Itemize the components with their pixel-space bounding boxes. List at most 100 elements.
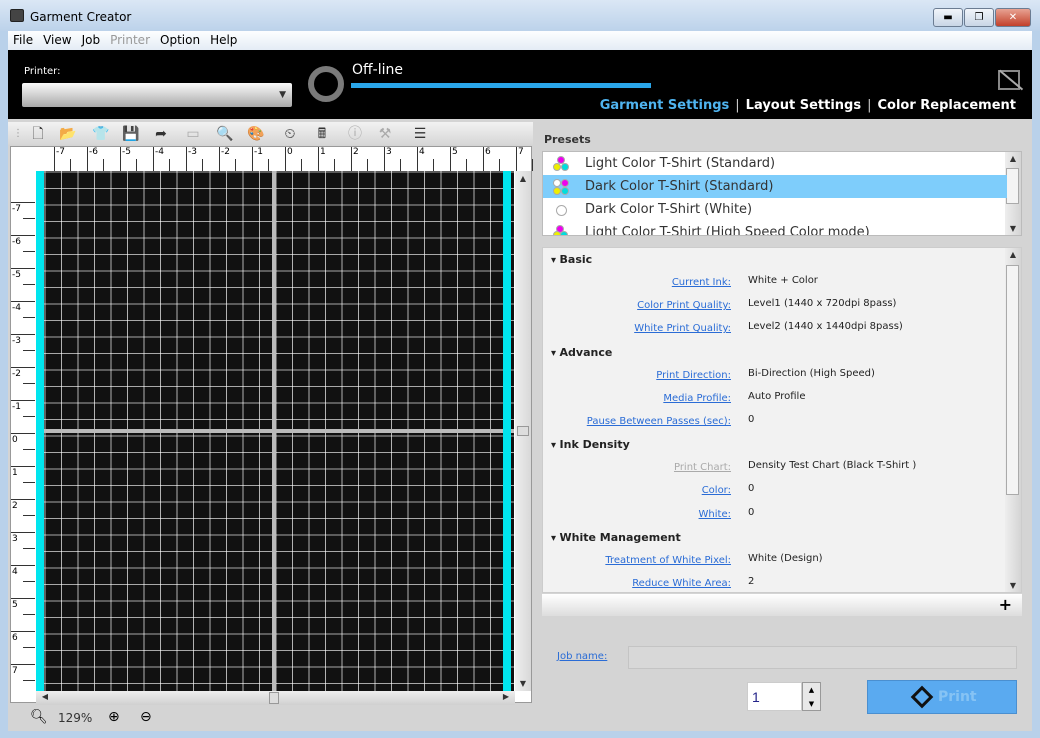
- setting-link[interactable]: White:: [699, 509, 731, 520]
- printer-label: Printer:: [24, 66, 61, 77]
- ruler-label: 0: [12, 435, 18, 445]
- platen-canvas[interactable]: [36, 171, 514, 691]
- main-area: ⋮ 🗋 📂 👕 💾 ➦ ▭ 🔍 🎨 ⏲ 🖩 ⓘ ⚒ ☰ -7 -6 -5 -4 -3 -2 -1 0 1 2 3 4 5 6 7 -7…: [8, 119, 1032, 731]
- setting-value: 0: [748, 414, 755, 425]
- ruler-tick: [11, 367, 35, 368]
- copies-stepper[interactable]: ▲ ▼: [802, 682, 821, 711]
- setting-value: Bi-Direction (High Speed): [748, 367, 875, 379]
- ruler-label: 4: [12, 567, 18, 577]
- setting-value: Level1 (1440 x 720dpi 8pass): [748, 298, 897, 310]
- menu-option[interactable]: Option: [155, 31, 205, 49]
- scroll-thumb[interactable]: [269, 692, 279, 704]
- setting-link[interactable]: Color Print Quality:: [637, 300, 731, 311]
- ruler-label: -7: [56, 147, 65, 157]
- platen-edge-left: [36, 171, 44, 691]
- ink-dot: [561, 179, 569, 187]
- open-icon[interactable]: 📂: [58, 124, 78, 144]
- print-button[interactable]: Print: [867, 680, 1017, 714]
- add-preset-button[interactable]: +: [999, 595, 1012, 614]
- ruler-tick: [532, 159, 533, 171]
- setting-link[interactable]: White Print Quality:: [634, 323, 731, 334]
- close-button[interactable]: ✕: [995, 8, 1031, 27]
- scroll-right-icon[interactable]: ▶: [499, 692, 513, 701]
- calculator-icon[interactable]: 🖩: [312, 124, 332, 144]
- setting-link[interactable]: Pause Between Passes (sec):: [587, 416, 731, 427]
- palette-icon[interactable]: 🎨: [246, 124, 266, 144]
- scroll-down-icon[interactable]: ▼: [1006, 224, 1020, 233]
- scroll-up-icon[interactable]: ▲: [1006, 154, 1020, 163]
- scroll-down-icon[interactable]: ▼: [516, 679, 530, 688]
- minimize-button[interactable]: ▬: [933, 8, 963, 27]
- menu-view[interactable]: View: [38, 31, 76, 49]
- search-settings-icon[interactable]: 🔍: [215, 124, 235, 144]
- menu-file[interactable]: File: [8, 31, 38, 49]
- ink-dot: [553, 187, 561, 195]
- checklist-icon[interactable]: ☰: [410, 124, 430, 144]
- menu-help[interactable]: Help: [205, 31, 242, 49]
- ruler-tick: [301, 159, 302, 171]
- settings-scrollbar[interactable]: ▲ ▼: [1005, 248, 1021, 592]
- preset-item[interactable]: Dark Color T-Shirt (White): [543, 198, 1007, 221]
- scroll-thumb[interactable]: [1006, 265, 1019, 495]
- menu-job[interactable]: Job: [77, 31, 106, 49]
- job-name-input[interactable]: [628, 646, 1017, 669]
- export-icon[interactable]: ➦: [151, 124, 171, 144]
- maximize-button[interactable]: ❐: [964, 8, 994, 27]
- zoom-fit-icon[interactable]: 🔍︎: [30, 709, 48, 725]
- menu-printer[interactable]: Printer: [105, 31, 155, 49]
- section-advance[interactable]: Advance: [551, 346, 613, 359]
- scroll-up-icon[interactable]: ▲: [1006, 250, 1020, 259]
- toolbar-grip[interactable]: ⋮: [8, 124, 28, 144]
- tab-garment-settings[interactable]: Garment Settings: [600, 98, 730, 113]
- setting-link[interactable]: Media Profile:: [663, 393, 731, 404]
- ruler-tick: [87, 147, 88, 171]
- history-icon[interactable]: ⏲: [280, 124, 300, 144]
- layout-viewer: -7 -6 -5 -4 -3 -2 -1 0 1 2 3 4 5 6 7 -7 -6 -5 -4 -3 -2 -1 0 1 2…: [10, 146, 533, 705]
- section-basic[interactable]: Basic: [551, 253, 593, 266]
- presets-scrollbar[interactable]: ▲ ▼: [1005, 152, 1021, 235]
- frame-icon[interactable]: ▭: [183, 124, 203, 144]
- preset-item[interactable]: Light Color T-Shirt (High Speed Color mo…: [543, 221, 1007, 235]
- setting-link[interactable]: Print Direction:: [656, 370, 731, 381]
- copies-input[interactable]: [747, 682, 802, 711]
- vertical-scrollbar[interactable]: ▲ ▼: [515, 171, 531, 691]
- tshirt-icon[interactable]: 👕: [91, 124, 111, 144]
- zoom-bar: 🔍︎ 129% ⊕ ⊖: [8, 705, 533, 729]
- setting-link[interactable]: Reduce White Area:: [632, 578, 731, 589]
- decrement-icon[interactable]: ▼: [803, 697, 820, 711]
- setting-link[interactable]: Print Chart:: [674, 462, 731, 473]
- zoom-in-icon[interactable]: ⊕: [108, 709, 120, 725]
- section-white-management[interactable]: White Management: [551, 531, 681, 544]
- preset-item[interactable]: Light Color T-Shirt (Standard): [543, 152, 1007, 175]
- scroll-thumb[interactable]: [517, 426, 529, 436]
- setting-link[interactable]: Color:: [702, 485, 731, 496]
- job-name-label[interactable]: Job name:: [557, 651, 607, 662]
- scroll-up-icon[interactable]: ▲: [516, 174, 530, 183]
- info-icon[interactable]: ⓘ: [345, 124, 365, 144]
- maintenance-icon[interactable]: ⚒: [375, 124, 395, 144]
- presets-list: ▲ ▼ Light Color T-Shirt (Standard) Dark C…: [542, 151, 1022, 236]
- section-ink-density[interactable]: Ink Density: [551, 438, 630, 451]
- ruler-label: 5: [12, 600, 18, 610]
- new-icon[interactable]: 🗋: [28, 124, 48, 144]
- setting-link[interactable]: Current Ink:: [672, 277, 731, 288]
- status-progress-bar: [351, 83, 651, 88]
- setting-link[interactable]: Treatment of White Pixel:: [605, 555, 731, 566]
- scroll-down-icon[interactable]: ▼: [1006, 581, 1020, 590]
- zoom-out-icon[interactable]: ⊖: [140, 709, 152, 725]
- scroll-left-icon[interactable]: ◀: [38, 692, 52, 701]
- ruler-tick: [466, 159, 467, 171]
- tab-layout-settings[interactable]: Layout Settings: [746, 98, 861, 113]
- tab-color-replacement[interactable]: Color Replacement: [877, 98, 1016, 113]
- horizontal-scrollbar[interactable]: ◀ ▶: [36, 691, 515, 705]
- preset-item[interactable]: Dark Color T-Shirt (Standard): [543, 175, 1007, 198]
- scroll-thumb[interactable]: [1006, 168, 1019, 204]
- ruler-label: -4: [12, 303, 21, 313]
- ruler-tick: [11, 499, 35, 500]
- ruler-tick: [11, 301, 35, 302]
- printer-select[interactable]: ▼: [22, 83, 292, 107]
- save-icon[interactable]: 💾: [121, 124, 141, 144]
- increment-icon[interactable]: ▲: [803, 683, 820, 697]
- ruler-tick: [11, 268, 35, 269]
- ruler-tick: [483, 147, 484, 171]
